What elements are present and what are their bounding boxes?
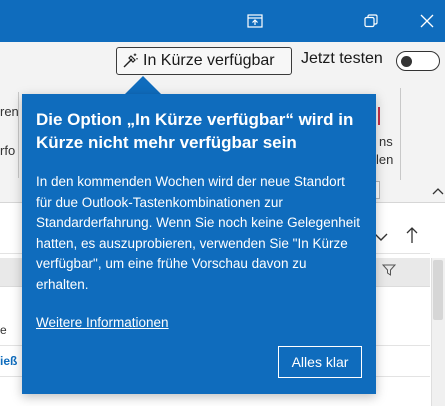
try-now-toggle[interactable] — [396, 51, 440, 71]
scrollbar-thumb[interactable] — [433, 260, 443, 320]
ribbon-icon-fragment — [378, 107, 380, 125]
more-info-link[interactable]: Weitere Informationen — [36, 315, 169, 330]
present-icon[interactable] — [232, 0, 278, 42]
ribbon-fragment: ren — [0, 104, 19, 119]
callout-title: Die Option „In Kürze verfügbar“ wird in … — [36, 110, 354, 152]
try-now-label: Jetzt testen — [301, 50, 383, 67]
chevron-down-icon[interactable] — [374, 229, 388, 247]
ribbon-fragment: len — [376, 152, 394, 167]
magic-wand-icon — [117, 52, 143, 70]
got-it-button[interactable]: Alles klar — [278, 346, 362, 378]
restore-icon[interactable] — [348, 0, 394, 42]
coming-soon-label: In Kürze verfügbar — [143, 52, 275, 69]
collapse-ribbon-icon[interactable] — [432, 182, 444, 200]
ribbon-fragment: rfo — [0, 143, 16, 158]
ribbon-divider — [400, 88, 401, 180]
filter-icon[interactable] — [381, 263, 397, 282]
callout-pointer — [125, 76, 161, 94]
teaching-callout: Die Option „In Kürze verfügbar“ wird in … — [22, 94, 376, 394]
sort-arrow-icon[interactable] — [406, 226, 418, 249]
ribbon-divider — [18, 92, 19, 178]
list-item-fragment: e — [0, 323, 7, 337]
list-item-fragment: ieß — [0, 354, 18, 368]
title-bar — [0, 0, 445, 42]
coming-soon-button[interactable]: In Kürze verfügbar — [116, 47, 292, 75]
close-icon[interactable] — [404, 0, 445, 42]
ribbon-fragment: ns — [379, 134, 393, 149]
callout-body: In den kommenden Wochen wird der neue St… — [36, 174, 360, 292]
toggle-knob — [401, 55, 412, 67]
